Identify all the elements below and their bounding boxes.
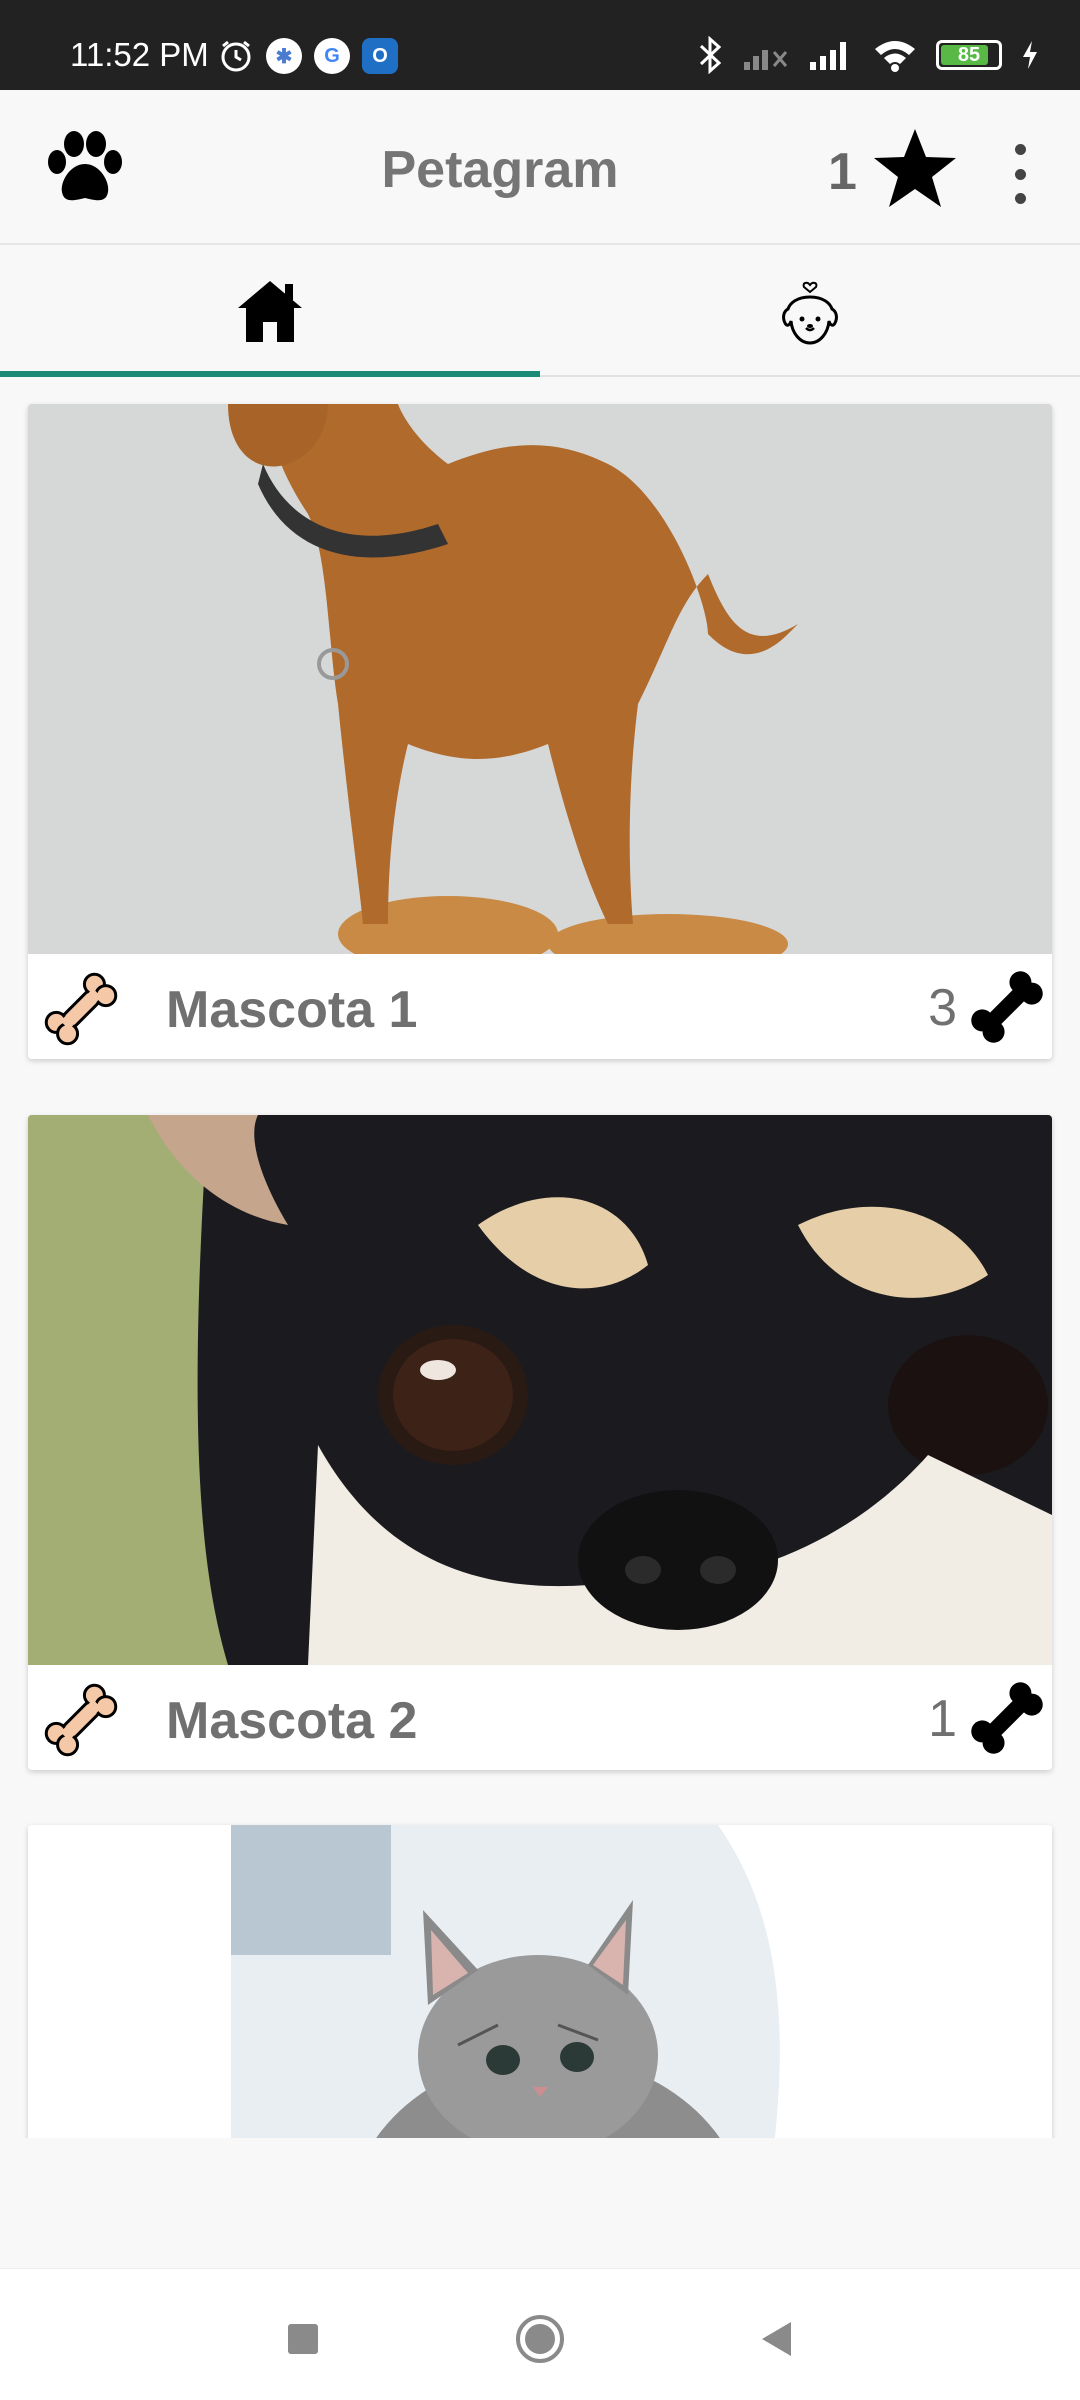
charging-icon — [1023, 41, 1037, 69]
signal-icon — [810, 42, 846, 70]
home-icon — [238, 281, 302, 342]
status-bar: 11:52 PM ✱ G O 85 — [0, 0, 1080, 90]
status-notification-icons: ✱ G O — [218, 38, 398, 74]
battery-level: 85 — [957, 43, 981, 66]
alarm-icon — [221, 40, 251, 72]
back-triangle-icon — [762, 2322, 791, 2356]
pet-photo — [28, 1825, 1052, 2138]
pet-card: Mascota 1 3 — [28, 404, 1052, 1059]
square-icon — [288, 2324, 318, 2354]
bone-rating-icon — [971, 1682, 1043, 1754]
bone-icon[interactable] — [36, 964, 126, 1054]
pet-list[interactable]: Mascota 1 3 Mascota 2 1 — [0, 378, 1080, 2138]
like-count: 3 — [928, 979, 957, 1037]
outlook-icon: O — [362, 38, 398, 74]
pet-card — [28, 1825, 1052, 2138]
bluetooth-icon — [699, 36, 722, 74]
battery-indicator: 85 — [936, 40, 1002, 70]
settings-notification-icon: ✱ — [266, 38, 302, 74]
home-nav-button[interactable] — [510, 2309, 570, 2369]
bone-icon[interactable] — [36, 1675, 126, 1765]
star-icon[interactable] — [870, 124, 960, 214]
status-time: 11:52 PM — [70, 36, 209, 73]
pet-photo — [28, 404, 1052, 954]
dog-profile-icon — [782, 281, 838, 345]
more-vert-icon[interactable] — [1000, 144, 1040, 204]
tab-bar — [0, 245, 1080, 377]
tab-pet-profile[interactable] — [540, 245, 1080, 377]
favorites-count: 1 — [828, 143, 857, 201]
tab-home[interactable] — [0, 245, 540, 377]
pet-name: Mascota 2 — [166, 1692, 418, 1750]
pet-card: Mascota 2 1 — [28, 1115, 1052, 1770]
screen: 11:52 PM ✱ G O 85 Petagram 1 Mascota 1 3… — [0, 0, 1080, 2400]
system-nav-bar — [0, 2268, 1080, 2400]
signal-off-icon — [744, 50, 788, 70]
back-button[interactable] — [746, 2309, 806, 2369]
pet-card-footer: Mascota 1 3 — [28, 954, 1052, 1059]
like-count: 1 — [928, 1690, 957, 1748]
recents-button[interactable] — [273, 2309, 333, 2369]
wifi-icon — [875, 41, 915, 72]
pet-photo — [28, 1115, 1052, 1665]
google-icon: G — [314, 38, 350, 74]
status-system-icons: 85 — [698, 36, 1040, 74]
tab-indicator — [0, 371, 540, 377]
circle-icon — [516, 2315, 564, 2363]
pet-card-footer: Mascota 2 1 — [28, 1665, 1052, 1770]
app-bar: Petagram 1 — [0, 90, 1080, 245]
pet-name: Mascota 1 — [166, 981, 418, 1039]
bone-rating-icon — [971, 971, 1043, 1043]
